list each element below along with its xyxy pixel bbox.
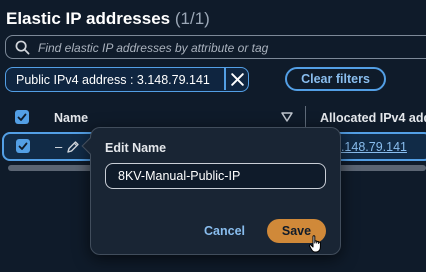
row-ipv4-link[interactable]: 3.148.79.141	[334, 140, 407, 154]
filter-token-label: Public IPv4 address : 3.148.79.141	[16, 73, 210, 87]
checkmark-icon	[18, 142, 28, 150]
row-name: –	[55, 139, 63, 154]
edit-name-popover: Edit Name Cancel Save	[81, 127, 341, 255]
filter-token[interactable]: Public IPv4 address : 3.148.79.141	[5, 67, 249, 92]
elastic-ip-page: Elastic IP addresses (1/1) Find elastic …	[0, 0, 426, 272]
search-icon	[15, 40, 30, 55]
name-input[interactable]	[105, 163, 326, 189]
select-all-checkbox[interactable]	[15, 110, 29, 124]
column-header-ipv4[interactable]: Allocated IPv4 add	[320, 111, 426, 125]
row-checkbox[interactable]	[16, 139, 30, 153]
search-placeholder: Find elastic IP addresses by attribute o…	[38, 41, 269, 55]
search-input[interactable]: Find elastic IP addresses by attribute o…	[5, 35, 426, 59]
column-header-name[interactable]: Name	[54, 111, 88, 125]
filter-token-divider	[224, 68, 226, 90]
page-title-text: Elastic IP addresses	[6, 9, 171, 28]
clear-filters-button[interactable]: Clear filters	[285, 67, 386, 91]
hand-cursor-icon	[308, 235, 321, 253]
checkmark-icon	[17, 113, 27, 121]
cancel-button[interactable]: Cancel	[204, 224, 245, 238]
popover-title: Edit Name	[105, 141, 167, 155]
sort-caret-icon[interactable]	[281, 112, 293, 122]
page-title: Elastic IP addresses (1/1)	[6, 9, 210, 29]
selection-count: (1/1)	[174, 9, 210, 28]
edit-pencil-icon[interactable]	[66, 140, 80, 154]
close-icon[interactable]	[229, 71, 246, 88]
